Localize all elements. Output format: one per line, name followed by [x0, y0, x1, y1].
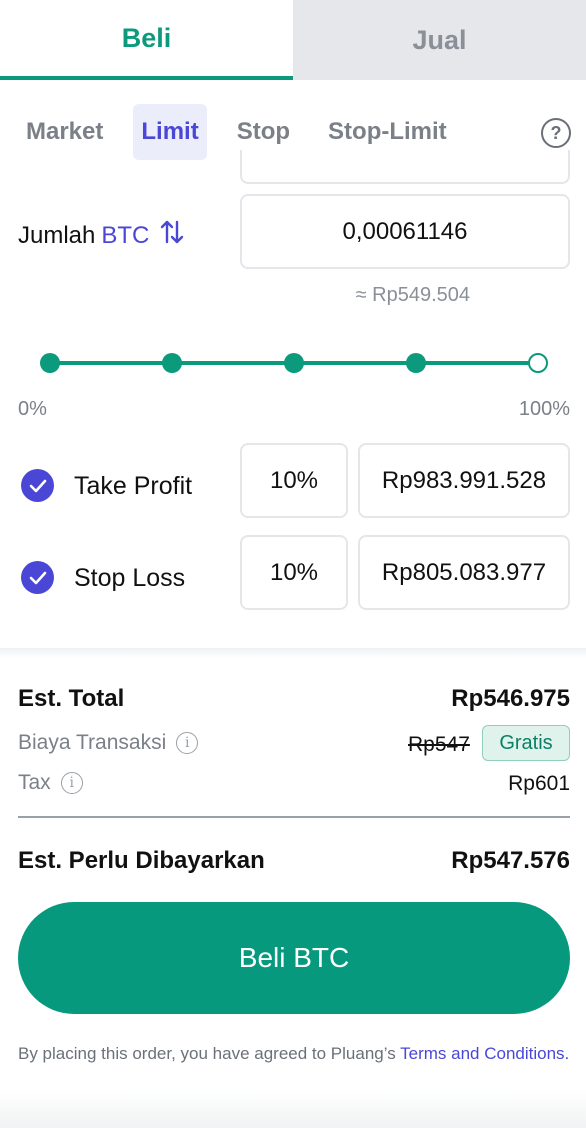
- payable-value: Rp547.576: [451, 847, 570, 874]
- stop-loss-checkbox[interactable]: [21, 561, 54, 594]
- terms-link[interactable]: Terms and Conditions.: [400, 1044, 569, 1063]
- slider-step-75[interactable]: [406, 353, 426, 373]
- price-input-partial[interactable]: [240, 150, 570, 184]
- tax-label-row: Tax i: [18, 771, 83, 795]
- stop-loss-percent-input[interactable]: 10%: [240, 535, 348, 610]
- terms-text: By placing this order, you have agreed t…: [18, 1040, 570, 1068]
- buy-sell-tabs: Beli Jual: [0, 0, 586, 80]
- stop-loss-label: Stop Loss: [74, 564, 186, 592]
- tab-sell[interactable]: Jual: [293, 0, 586, 80]
- slider-step-25[interactable]: [162, 353, 182, 373]
- terms-prefix: By placing this order, you have agreed t…: [18, 1044, 396, 1063]
- est-total-value: Rp546.975: [451, 685, 570, 712]
- tab-buy[interactable]: Beli: [0, 0, 293, 80]
- fee-original-value: Rp547: [408, 733, 470, 756]
- amount-label-text: Jumlah: [18, 221, 96, 249]
- amount-label: Jumlah BTC: [18, 218, 185, 253]
- amount-input[interactable]: 0,00061146: [240, 194, 570, 269]
- fee-label-row: Biaya Transaksi i: [18, 731, 199, 755]
- slider-min-label: 0%: [18, 398, 47, 420]
- tab-market[interactable]: Market: [18, 104, 111, 160]
- slider-step-0[interactable]: [40, 353, 60, 373]
- fee-info-icon[interactable]: i: [176, 732, 199, 754]
- est-total-label: Est. Total: [18, 685, 125, 712]
- swap-icon[interactable]: [159, 218, 185, 253]
- take-profit-checkbox[interactable]: [21, 469, 54, 502]
- tax-info-icon[interactable]: i: [60, 772, 83, 794]
- section-divider: [0, 648, 586, 658]
- take-profit-percent-input[interactable]: 10%: [240, 443, 348, 518]
- summary-divider: [18, 816, 570, 818]
- check-icon: [29, 571, 46, 584]
- buy-btc-button[interactable]: Beli BTC: [18, 902, 570, 1014]
- take-profit-price-input[interactable]: Rp983.991.528: [358, 443, 570, 518]
- payable-label: Est. Perlu Dibayarkan: [18, 847, 265, 874]
- stop-loss-price-input[interactable]: Rp805.083.977: [358, 535, 570, 610]
- amount-approx-value: ≈ Rp549.504: [355, 284, 470, 306]
- slider-handle-100[interactable]: [528, 353, 548, 373]
- amount-slider[interactable]: [40, 350, 548, 376]
- fee-free-badge: Gratis: [482, 725, 570, 761]
- slider-max-label: 100%: [518, 398, 570, 420]
- tab-limit[interactable]: Limit: [133, 104, 207, 160]
- amount-asset[interactable]: BTC: [101, 222, 149, 250]
- check-icon: [29, 479, 46, 492]
- help-icon[interactable]: ?: [541, 118, 571, 148]
- tax-label: Tax: [18, 771, 51, 794]
- take-profit-label: Take Profit: [74, 472, 193, 500]
- slider-step-50[interactable]: [284, 353, 304, 373]
- bottom-fade: [0, 1090, 586, 1128]
- fee-label: Biaya Transaksi: [18, 731, 167, 754]
- tax-value: Rp601: [508, 772, 570, 795]
